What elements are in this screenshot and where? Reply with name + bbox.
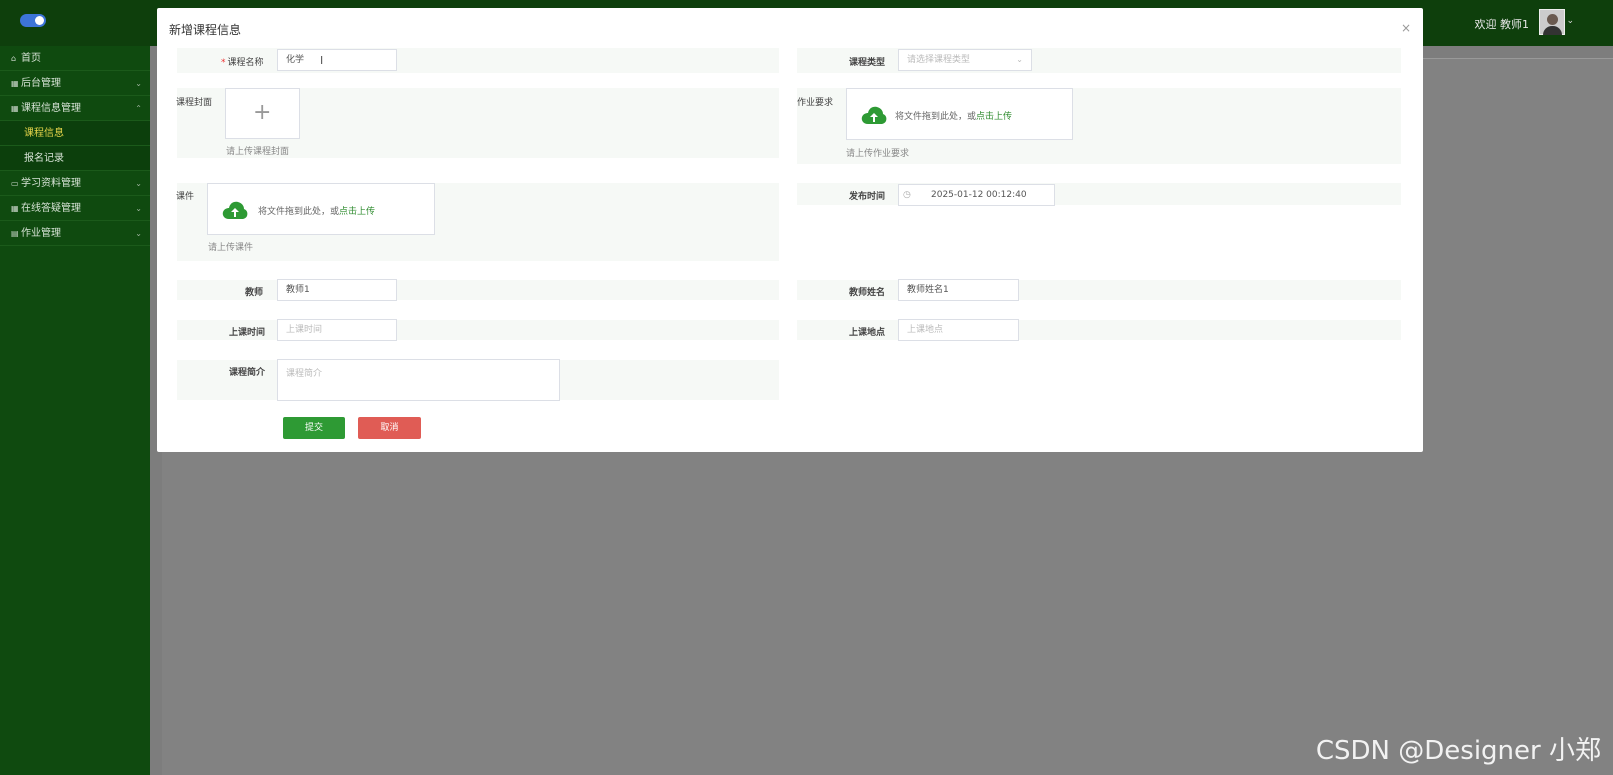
clock-icon: ◷ bbox=[903, 190, 911, 200]
row-bg bbox=[797, 280, 1401, 300]
chevron-up-icon: ⌃ bbox=[135, 104, 142, 113]
chevron-down-icon: ⌄ bbox=[1016, 55, 1023, 64]
cloud-upload-icon bbox=[861, 106, 887, 124]
chevron-down-icon[interactable]: ⌄ bbox=[1566, 16, 1574, 26]
sidebar-item-home[interactable]: ⌂ 首页 bbox=[0, 46, 150, 71]
homework-upload-box[interactable]: 将文件拖到此处，或点击上传 bbox=[846, 88, 1073, 140]
watermark: CSDN @Designer 小郑 bbox=[1315, 736, 1601, 766]
course-type-select[interactable]: 请选择课程类型 ⌄ bbox=[898, 49, 1032, 71]
cover-hint: 请上传课程封面 bbox=[226, 147, 290, 157]
click-upload-link[interactable]: 点击上传 bbox=[976, 112, 1012, 122]
folder-icon: ▭ bbox=[11, 179, 19, 188]
home-icon: ⌂ bbox=[11, 54, 17, 63]
add-course-dialog: 新增课程信息 × * 课程名称 化学 I 课程类型 请选择课程类型 ⌄ 课程封面 … bbox=[157, 8, 1423, 452]
chevron-down-icon: ⌄ bbox=[135, 204, 142, 213]
class-time-input[interactable]: 上课时间 bbox=[277, 319, 397, 341]
course-name-input[interactable]: 化学 bbox=[277, 49, 397, 71]
sidebar-item-admin[interactable]: ▦ 后台管理 ⌄ bbox=[0, 71, 150, 96]
sidebar: ⌂ 首页 ▦ 后台管理 ⌄ ▦ 课程信息管理 ⌃ 课程信息 报名记录 ▭ 学习资料管理 … bbox=[0, 46, 150, 775]
click-upload-link[interactable]: 点击上传 bbox=[339, 207, 375, 217]
welcome-text: 欢迎 教师1 bbox=[1474, 18, 1530, 31]
row-bg bbox=[177, 320, 779, 340]
class-place-input[interactable]: 上课地点 bbox=[898, 319, 1019, 341]
row-bg bbox=[177, 280, 779, 300]
intro-label: 课程简介 bbox=[229, 368, 266, 378]
sidebar-item-course-management[interactable]: ▦ 课程信息管理 ⌃ bbox=[0, 96, 150, 121]
sidebar-item-enrollment[interactable]: 报名记录 bbox=[0, 146, 150, 171]
sidebar-item-materials[interactable]: ▭ 学习资料管理 ⌄ bbox=[0, 171, 150, 196]
cover-upload-box[interactable]: + bbox=[225, 88, 300, 139]
plus-icon: + bbox=[253, 100, 272, 125]
sidebar-item-homework[interactable]: ▤ 作业管理 ⌄ bbox=[0, 221, 150, 246]
list-icon: ▦ bbox=[11, 104, 19, 113]
dialog-title: 新增课程信息 bbox=[169, 23, 242, 37]
homework-label: 作业要求 bbox=[797, 98, 834, 108]
courseware-hint: 请上传课件 bbox=[208, 243, 254, 253]
courseware-label: 课件 bbox=[176, 192, 195, 202]
cover-label: 课程封面 bbox=[176, 98, 213, 108]
sidebar-item-course-info[interactable]: 课程信息 bbox=[0, 121, 150, 146]
submit-button[interactable]: 提交 bbox=[283, 417, 345, 439]
publish-time-label: 发布时间 bbox=[849, 192, 886, 202]
row-bg bbox=[177, 48, 779, 73]
cancel-button[interactable]: 取消 bbox=[358, 417, 421, 439]
sidebar-toggle[interactable] bbox=[20, 14, 46, 27]
chevron-down-icon: ⌄ bbox=[135, 229, 142, 238]
chevron-down-icon: ⌄ bbox=[135, 79, 142, 88]
course-name-label: * 课程名称 bbox=[221, 58, 264, 68]
class-time-label: 上课时间 bbox=[229, 328, 266, 338]
courseware-upload-box[interactable]: 将文件拖到此处，或点击上传 bbox=[207, 183, 435, 235]
row-bg bbox=[797, 320, 1401, 340]
publish-time-picker[interactable]: ◷ 2025-01-12 00:12:40 bbox=[898, 184, 1055, 206]
teacher-name-input[interactable]: 教师姓名1 bbox=[898, 279, 1019, 301]
text-cursor-icon: I bbox=[320, 54, 324, 67]
close-icon[interactable]: × bbox=[1401, 21, 1411, 35]
chevron-down-icon: ⌄ bbox=[135, 179, 142, 188]
teacher-label: 教师 bbox=[245, 288, 264, 298]
list-icon: ▦ bbox=[11, 79, 19, 88]
row-bg bbox=[797, 183, 1401, 205]
sidebar-item-qa[interactable]: ▦ 在线答疑管理 ⌄ bbox=[0, 196, 150, 221]
teacher-name-label: 教师姓名 bbox=[849, 288, 886, 298]
row-bg bbox=[797, 48, 1401, 73]
doc-icon: ▤ bbox=[11, 229, 19, 238]
cloud-upload-icon bbox=[222, 201, 248, 219]
list-icon: ▦ bbox=[11, 204, 19, 213]
intro-textarea[interactable]: 课程简介 bbox=[277, 359, 560, 401]
user-avatar[interactable] bbox=[1539, 9, 1565, 35]
course-type-label: 课程类型 bbox=[849, 58, 886, 68]
homework-hint: 请上传作业要求 bbox=[846, 149, 910, 159]
class-place-label: 上课地点 bbox=[849, 328, 886, 338]
teacher-input[interactable]: 教师1 bbox=[277, 279, 397, 301]
